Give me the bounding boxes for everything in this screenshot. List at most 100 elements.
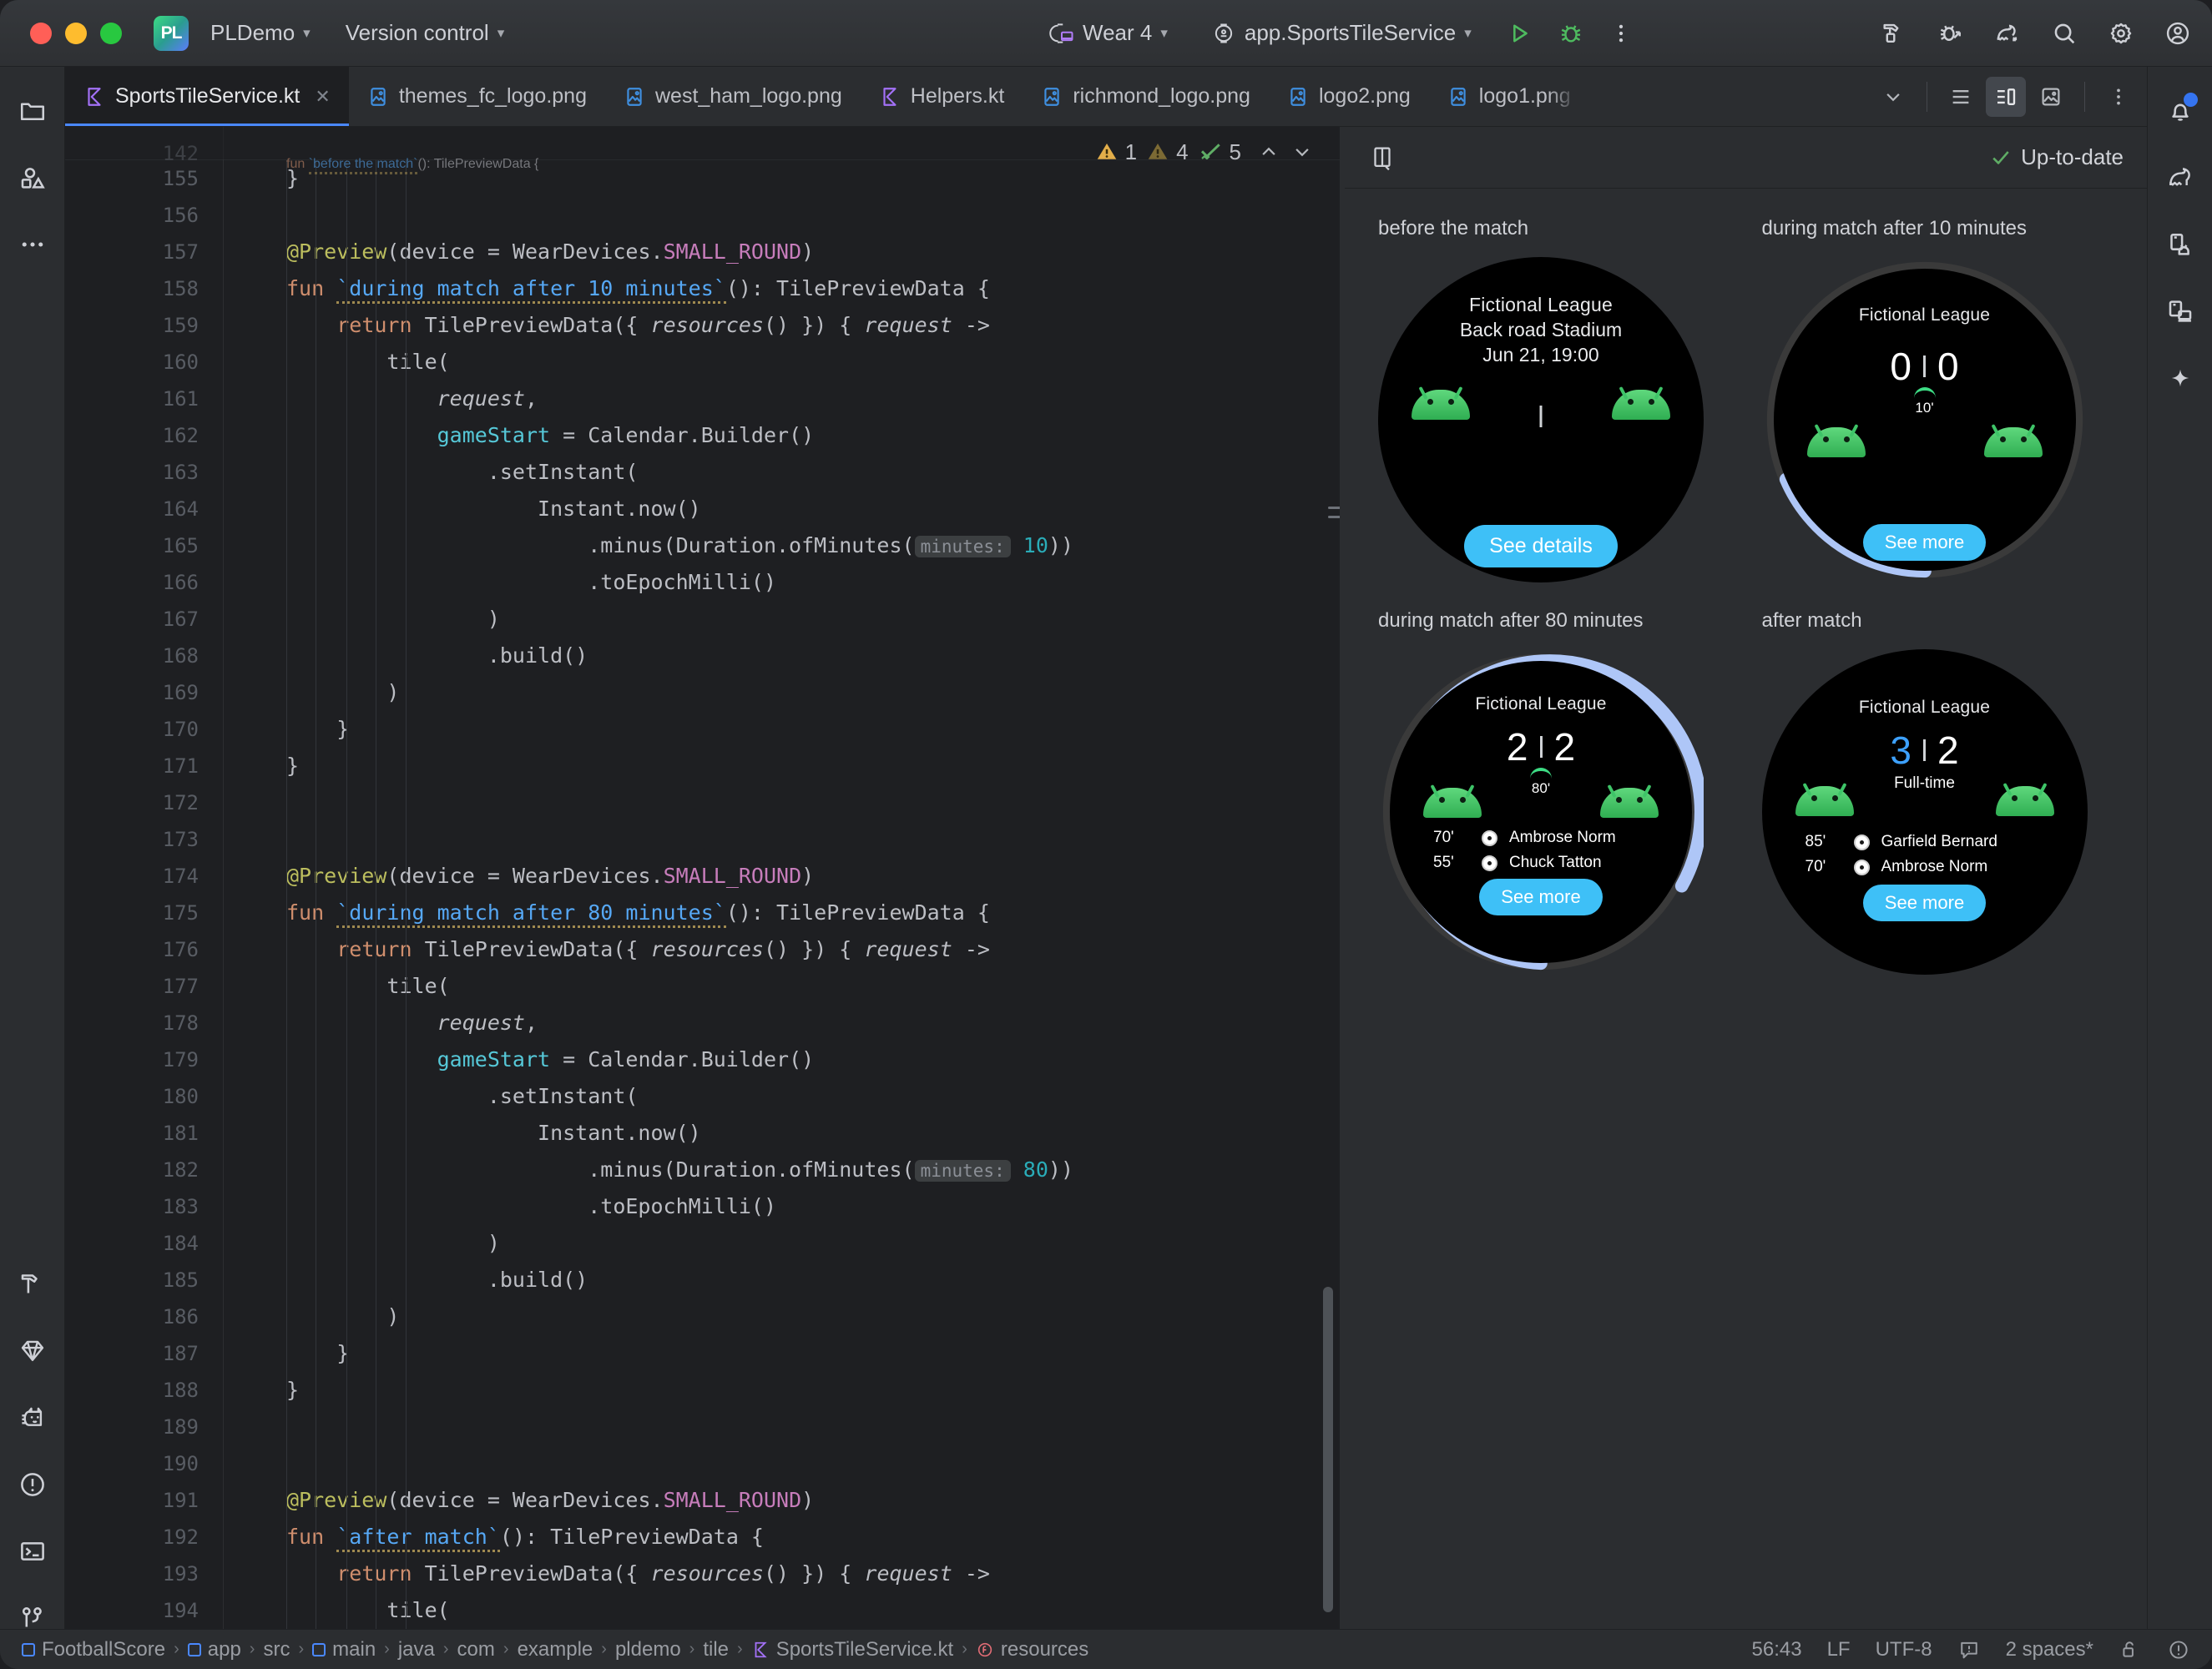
watch-preview[interactable]: Fictional League 0 0 10' See more xyxy=(1762,257,2088,582)
watch-preview[interactable]: Fictional League Back road Stadium Jun 2… xyxy=(1378,257,1704,582)
breadcrumb-item[interactable]: src xyxy=(263,1638,290,1661)
code-line[interactable]: 181 Instant.now() xyxy=(65,1115,1340,1152)
window-controls[interactable] xyxy=(0,22,122,44)
code-line[interactable]: 171} xyxy=(65,748,1340,784)
device-selector[interactable]: Wear 4 ▾ xyxy=(1039,15,1178,51)
breadcrumb-item[interactable]: app xyxy=(187,1638,241,1661)
sidebar-item-gemini[interactable] xyxy=(2154,352,2206,404)
close-window-button[interactable] xyxy=(30,22,52,44)
code-line[interactable]: 176 return TilePreviewData({ resources()… xyxy=(65,931,1340,968)
sidebar-item-project[interactable] xyxy=(7,85,58,137)
breadcrumb-item[interactable]: pldemo xyxy=(615,1638,681,1661)
code-line[interactable]: 159 return TilePreviewData({ resources()… xyxy=(65,307,1340,344)
preview-card-after-match[interactable]: after match Fictional League 3 2 Full-ti… xyxy=(1761,609,2114,975)
code-line[interactable]: 184 ) xyxy=(65,1225,1340,1262)
watch-preview[interactable]: Fictional League 2 2 80' 70' Ambrose Nor… xyxy=(1378,649,1704,975)
code-line[interactable]: 160 tile( xyxy=(65,344,1340,381)
breadcrumb-item[interactable]: tile xyxy=(703,1638,729,1661)
code-line[interactable]: 194 tile( xyxy=(65,1592,1340,1629)
sidebar-item-running-devices[interactable] xyxy=(2154,285,2206,337)
checks-group[interactable]: 5 xyxy=(1197,139,1241,165)
preview-layout-icon[interactable] xyxy=(1368,144,1396,172)
code-line[interactable]: 170 } xyxy=(65,711,1340,748)
code-line[interactable]: 167 ) xyxy=(65,601,1340,638)
code-line[interactable]: 164 Instant.now() xyxy=(65,491,1340,527)
tab-west-ham-logo-png[interactable]: west_ham_logo.png xyxy=(605,67,861,126)
chevron-up-icon[interactable] xyxy=(1256,139,1281,164)
chevron-down-icon[interactable] xyxy=(1290,139,1315,164)
code-line[interactable]: 188} xyxy=(65,1372,1340,1409)
see-more-button[interactable]: See more xyxy=(1862,524,1987,561)
code-line[interactable]: 179 gameStart = Calendar.Builder() xyxy=(65,1041,1340,1078)
breadcrumb-item[interactable]: com xyxy=(457,1638,495,1661)
caret-position[interactable]: 56:43 xyxy=(1752,1638,1802,1661)
preview-card-before-the-match[interactable]: before the match Fictional League Back r… xyxy=(1378,217,1730,582)
code-line[interactable]: 156 xyxy=(65,197,1340,234)
debug-icon[interactable] xyxy=(1557,19,1585,48)
run-icon[interactable] xyxy=(1505,19,1533,48)
code-line[interactable]: 173 xyxy=(65,821,1340,858)
sidebar-item-profiler[interactable] xyxy=(2154,152,2206,204)
minimize-window-button[interactable] xyxy=(65,22,87,44)
sidebar-item-terminal[interactable] xyxy=(7,1525,58,1577)
breadcrumb-item[interactable]: example xyxy=(518,1638,593,1661)
code-line[interactable]: 177 tile( xyxy=(65,968,1340,1005)
code-line[interactable]: 187 } xyxy=(65,1335,1340,1372)
sidebar-item-notifications[interactable] xyxy=(2154,85,2206,137)
warnings-low-group[interactable]: 4 xyxy=(1145,139,1189,165)
sidebar-item-problems[interactable] xyxy=(7,1459,58,1510)
code-line[interactable]: 158 fun `during match after 10 minutes`()… xyxy=(65,270,1340,307)
code-line[interactable]: 168 .build() xyxy=(65,638,1340,674)
code-line[interactable]: 193 return TilePreviewData({ resources()… xyxy=(65,1556,1340,1592)
maximize-window-button[interactable] xyxy=(100,22,122,44)
sidebar-item-resource-manager[interactable] xyxy=(7,152,58,204)
issue-icon[interactable] xyxy=(2167,1638,2190,1661)
see-more-button[interactable]: See more xyxy=(1862,885,1987,921)
code-line[interactable]: 155} xyxy=(65,160,1340,197)
code-line[interactable]: 191 @Preview(device = WearDevices.SMALL_R… xyxy=(65,1482,1340,1519)
code-line[interactable]: 161 request, xyxy=(65,381,1340,417)
code-line[interactable]: 190 xyxy=(65,1445,1340,1482)
profiler-icon[interactable] xyxy=(1993,19,2022,48)
breadcrumb-item[interactable]: resources xyxy=(976,1638,1088,1661)
code-line[interactable]: 165 .minus(Duration.ofMinutes(minutes: 1… xyxy=(65,527,1340,564)
code-line[interactable]: 183 .toEpochMilli() xyxy=(65,1188,1340,1225)
code-line[interactable]: 175 fun `during match after 80 minutes`()… xyxy=(65,895,1340,931)
see-more-button[interactable]: See more xyxy=(1479,879,1603,915)
file-encoding[interactable]: UTF-8 xyxy=(1876,1638,1932,1661)
tab-logo2-png[interactable]: logo2.png xyxy=(1269,67,1429,126)
code-line[interactable]: 186 ) xyxy=(65,1298,1340,1335)
code-line[interactable]: 162 gameStart = Calendar.Builder() xyxy=(65,417,1340,454)
breadcrumb[interactable]: FootballScore › app › src › main › java › com › exam… xyxy=(22,1638,1088,1661)
sidebar-item-build[interactable] xyxy=(7,1258,58,1310)
account-icon[interactable] xyxy=(2164,19,2192,48)
code-editor[interactable]: 142 fun `before the match`(): TilePrevie… xyxy=(65,127,1340,1629)
code-line[interactable]: 166 .toEpochMilli() xyxy=(65,564,1340,601)
sidebar-item-more-tool-windows[interactable] xyxy=(7,219,58,270)
breadcrumb-item[interactable]: main xyxy=(312,1638,376,1661)
unlocked-icon[interactable] xyxy=(2119,1638,2142,1661)
editor-split-handle[interactable] xyxy=(1328,507,1340,518)
warnings-high-group[interactable]: 1 xyxy=(1094,139,1137,165)
inspections-widget[interactable]: 1 4 5 xyxy=(1094,139,1315,165)
code-line[interactable]: 172 xyxy=(65,784,1340,821)
more-vertical-icon[interactable] xyxy=(1608,21,1634,46)
more-vertical-icon[interactable] xyxy=(2098,77,2139,117)
tab-logo1-png[interactable]: logo1.png xyxy=(1429,67,1578,126)
tab-themes-fc-logo-png[interactable]: themes_fc_logo.png xyxy=(349,67,605,126)
code-line[interactable]: 178 request, xyxy=(65,1005,1340,1041)
code-line[interactable]: 169 ) xyxy=(65,674,1340,711)
see-details-button[interactable]: See details xyxy=(1464,525,1618,567)
tab-helpers-kt[interactable]: Helpers.kt xyxy=(861,67,1023,126)
list-view-icon[interactable] xyxy=(1941,77,1981,117)
editor-scrollbar-thumb[interactable] xyxy=(1323,1287,1333,1612)
code-line[interactable]: 185 .build() xyxy=(65,1262,1340,1298)
search-icon[interactable] xyxy=(2050,19,2078,48)
code-lines[interactable]: 155} 156 157 @Preview(device = WearDevices.… xyxy=(65,127,1340,1629)
version-control-dropdown[interactable]: Version control ▾ xyxy=(336,15,515,51)
preview-card-during-match-80[interactable]: during match after 80 minutes Fictional … xyxy=(1378,609,1730,975)
watch-preview[interactable]: Fictional League 3 2 Full-time 85' Garfi… xyxy=(1761,649,2088,975)
sidebar-item-gemini[interactable] xyxy=(7,1325,58,1377)
tab-richmond-logo-png[interactable]: richmond_logo.png xyxy=(1023,67,1269,126)
code-line[interactable]: 189 xyxy=(65,1409,1340,1445)
